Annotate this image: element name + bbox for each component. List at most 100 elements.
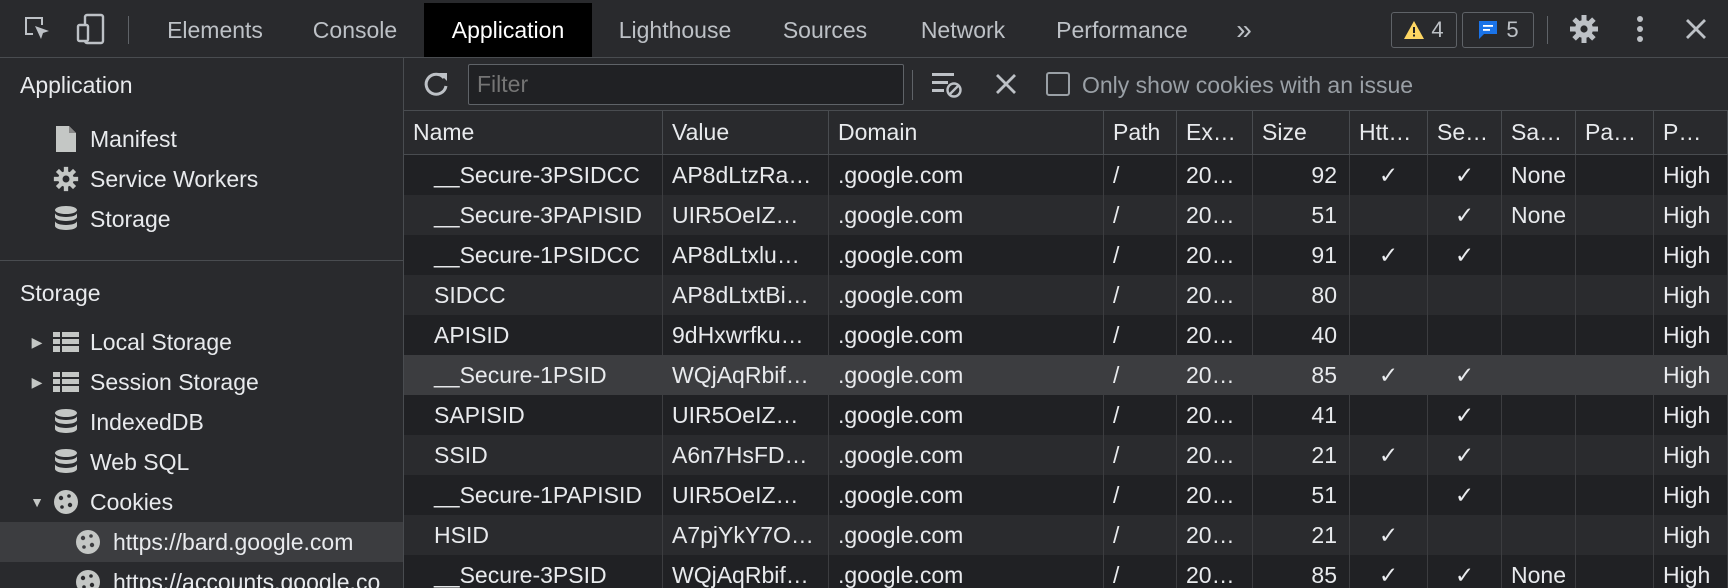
tab-performance[interactable]: Performance bbox=[1046, 3, 1198, 57]
sidebar-item-label: Web SQL bbox=[90, 448, 190, 475]
sidebar-item-service-workers[interactable]: Service Workers bbox=[0, 159, 403, 199]
cookie-icon bbox=[74, 568, 102, 588]
table-header-row[interactable]: Name Value Domain Path Ex… Size Htt… Se… Sa… Pa… P… bbox=[404, 111, 1728, 155]
cell-expires: 20… bbox=[1177, 555, 1253, 588]
column-header-expires[interactable]: Ex… bbox=[1177, 111, 1253, 154]
sidebar-item-web-sql[interactable]: Web SQL bbox=[0, 442, 403, 482]
column-header-name[interactable]: Name bbox=[404, 111, 663, 154]
sidebar-item-indexeddb[interactable]: IndexedDB bbox=[0, 402, 403, 442]
toolbar-divider bbox=[912, 70, 913, 100]
table-row[interactable]: SIDCC AP8dLtxtBi… .google.com/20… 80 High bbox=[404, 275, 1728, 315]
tab-application[interactable]: Application bbox=[424, 3, 592, 57]
cell-domain: .google.com bbox=[829, 195, 1104, 235]
cell-expires: 20… bbox=[1177, 515, 1253, 555]
tab-network[interactable]: Network bbox=[905, 3, 1021, 57]
cell-value: WQjAqRbif… bbox=[663, 555, 829, 588]
clear-filtered-cookies-icon[interactable] bbox=[932, 70, 964, 100]
close-icon[interactable] bbox=[1676, 0, 1716, 58]
table-row[interactable]: __Secure-1PSID WQjAqRbif… .google.com/20… 8… bbox=[404, 355, 1728, 395]
only-issues-checkbox[interactable] bbox=[1046, 72, 1070, 96]
cell-domain: .google.com bbox=[829, 515, 1104, 555]
cell-samesite: None bbox=[1502, 195, 1576, 235]
table-row[interactable]: SAPISID UIR5OeIZ… .google.com/20… 41 ✓ High bbox=[404, 395, 1728, 435]
cell-name: __Secure-1PSID bbox=[404, 355, 663, 395]
table-row[interactable]: SSID A6n7HsFD… .google.com/20… 21 ✓ ✓ High bbox=[404, 435, 1728, 475]
collapse-triangle-icon[interactable]: ▼ bbox=[30, 494, 44, 510]
cell-domain: .google.com bbox=[829, 315, 1104, 355]
sidebar-item-label: https://accounts.google.co bbox=[113, 568, 381, 588]
sidebar-item-local-storage[interactable]: ▶ Local Storage bbox=[0, 322, 403, 362]
table-row[interactable]: __Secure-3PSID WQjAqRbif… .google.com/20… 8… bbox=[404, 555, 1728, 588]
cell-expires: 20… bbox=[1177, 235, 1253, 275]
sidebar-item-label: Cookies bbox=[90, 488, 174, 515]
cell-size: 85 bbox=[1253, 355, 1350, 395]
refresh-icon[interactable] bbox=[422, 70, 452, 100]
inspect-element-icon[interactable] bbox=[18, 0, 56, 58]
table-row[interactable]: __Secure-1PAPISID UIR5OeIZ… .google.com/20… bbox=[404, 475, 1728, 515]
tab-lighthouse[interactable]: Lighthouse bbox=[602, 3, 748, 57]
cell-httponly bbox=[1350, 475, 1428, 515]
delete-selected-close-icon[interactable] bbox=[994, 72, 1020, 98]
tab-elements[interactable]: Elements bbox=[145, 3, 285, 57]
cell-size: 80 bbox=[1253, 275, 1350, 315]
sidebar-item-session-storage[interactable]: ▶ Session Storage bbox=[0, 362, 403, 402]
expand-triangle-icon[interactable]: ▶ bbox=[30, 334, 44, 351]
filter-input[interactable] bbox=[468, 64, 904, 105]
table-row[interactable]: __Secure-1PSIDCC AP8dLtxlu… .google.com/20… bbox=[404, 235, 1728, 275]
cell-domain: .google.com bbox=[829, 155, 1104, 195]
cell-domain: .google.com bbox=[829, 275, 1104, 315]
tab-sources[interactable]: Sources bbox=[768, 3, 882, 57]
cell-samesite: None bbox=[1502, 555, 1576, 588]
cell-priority: High bbox=[1654, 515, 1728, 555]
sidebar-item-manifest[interactable]: Manifest bbox=[0, 119, 403, 159]
messages-badge[interactable]: 5 bbox=[1462, 12, 1534, 48]
cell-samesite bbox=[1502, 435, 1576, 475]
cell-secure: ✓ bbox=[1428, 475, 1502, 515]
table-row[interactable]: __Secure-3PSIDCC AP8dLtzRa… .google.com/20… bbox=[404, 155, 1728, 195]
table-row[interactable]: HSID A7pjYkY7O… .google.com/20… 21 ✓ High bbox=[404, 515, 1728, 555]
tab-console[interactable]: Console bbox=[295, 3, 415, 57]
expand-triangle-icon[interactable]: ▶ bbox=[30, 374, 44, 391]
cell-priority: High bbox=[1654, 475, 1728, 515]
column-header-size[interactable]: Size bbox=[1253, 111, 1350, 154]
cell-partition-key bbox=[1576, 235, 1654, 275]
cell-samesite bbox=[1502, 355, 1576, 395]
sidebar-item-storage[interactable]: Storage bbox=[0, 199, 403, 239]
sidebar-item-cookies[interactable]: ▼ Cookies bbox=[0, 482, 403, 522]
settings-gear-icon[interactable] bbox=[1564, 0, 1604, 58]
cell-secure bbox=[1428, 315, 1502, 355]
cell-path: / bbox=[1104, 195, 1177, 235]
table-row[interactable]: APISID 9dHxwrfku… .google.com/20… 40 High bbox=[404, 315, 1728, 355]
column-header-partition-key[interactable]: Pa… bbox=[1576, 111, 1654, 154]
column-header-httponly[interactable]: Htt… bbox=[1350, 111, 1428, 154]
cell-path: / bbox=[1104, 435, 1177, 475]
more-options-icon[interactable] bbox=[1620, 0, 1660, 58]
device-toolbar-icon[interactable] bbox=[72, 0, 110, 58]
column-header-secure[interactable]: Se… bbox=[1428, 111, 1502, 154]
cell-secure bbox=[1428, 275, 1502, 315]
table-row[interactable]: __Secure-3PAPISID UIR5OeIZ… .google.com/20… bbox=[404, 195, 1728, 235]
cell-name: SSID bbox=[404, 435, 663, 475]
cell-size: 51 bbox=[1253, 475, 1350, 515]
cell-value: UIR5OeIZ… bbox=[663, 395, 829, 435]
warnings-badge[interactable]: 4 bbox=[1391, 12, 1457, 48]
column-header-path[interactable]: Path bbox=[1104, 111, 1177, 154]
cell-partition-key bbox=[1576, 475, 1654, 515]
sidebar-item-cookie-site[interactable]: https://bard.google.com bbox=[0, 522, 403, 562]
cell-httponly bbox=[1350, 275, 1428, 315]
more-tabs-chevron-icon[interactable]: » bbox=[1228, 3, 1260, 57]
cell-httponly: ✓ bbox=[1350, 235, 1428, 275]
cell-path: / bbox=[1104, 515, 1177, 555]
column-header-samesite[interactable]: Sa… bbox=[1502, 111, 1576, 154]
column-header-value[interactable]: Value bbox=[663, 111, 829, 154]
sidebar-item-cookie-site[interactable]: https://accounts.google.co bbox=[0, 562, 403, 588]
cell-priority: High bbox=[1654, 555, 1728, 588]
grid-icon bbox=[52, 368, 80, 396]
cell-httponly bbox=[1350, 315, 1428, 355]
cell-size: 21 bbox=[1253, 435, 1350, 475]
cell-httponly: ✓ bbox=[1350, 555, 1428, 588]
column-header-priority[interactable]: P… bbox=[1654, 111, 1728, 154]
column-header-domain[interactable]: Domain bbox=[829, 111, 1104, 154]
database-icon bbox=[52, 408, 80, 436]
sidebar-item-label: Local Storage bbox=[90, 328, 232, 355]
